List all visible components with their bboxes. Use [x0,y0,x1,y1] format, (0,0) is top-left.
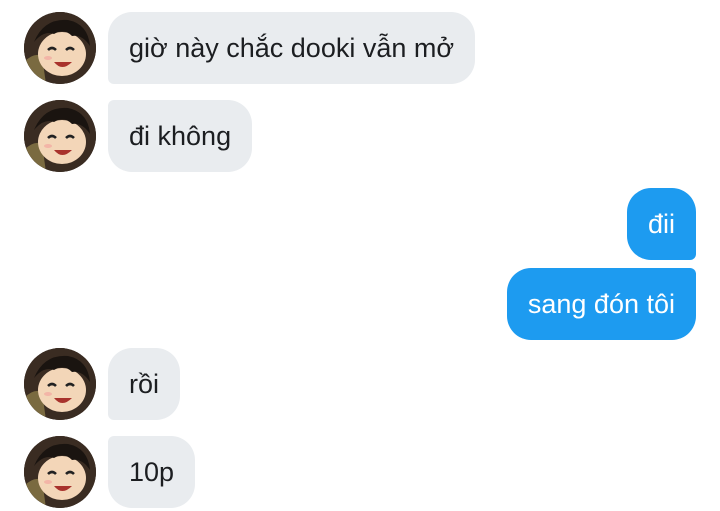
anime-boy-avatar-icon[interactable] [24,100,96,172]
anime-boy-avatar-icon[interactable] [24,348,96,420]
message-bubble-incoming[interactable]: giờ này chắc dooki vẫn mở [108,12,476,84]
message-bubble-outgoing[interactable]: đii [626,188,696,260]
message-bubble-incoming[interactable]: rồi [108,348,181,420]
message-bubble-outgoing[interactable]: sang đón tôi [506,268,696,340]
chat-thread: giờ này chắc dooki vẫn mở đi không đii s… [0,0,720,511]
anime-boy-avatar-icon[interactable] [24,12,96,84]
anime-boy-avatar-icon[interactable] [24,436,96,508]
message-bubble-incoming[interactable]: đi không [108,100,253,172]
message-bubble-incoming[interactable]: 10p [108,436,196,508]
